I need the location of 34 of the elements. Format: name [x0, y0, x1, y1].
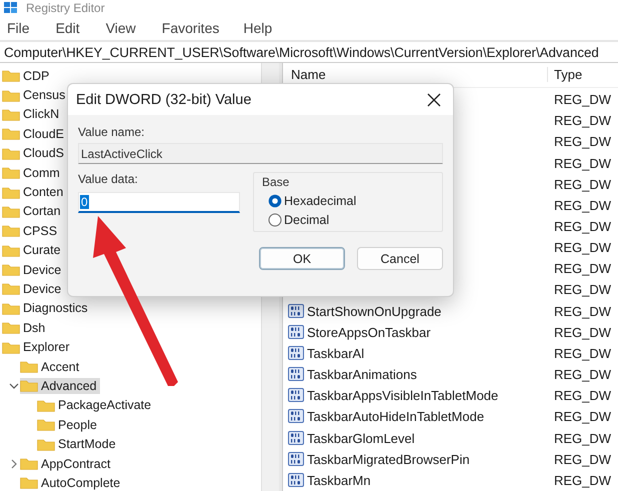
value-type: REG_DW	[554, 240, 612, 256]
value-type: REG_DW	[554, 261, 612, 276]
value-type: REG_DW	[554, 430, 612, 446]
value-name: TaskbarMigratedBrowserPin	[307, 452, 470, 467]
value-type: REG_DW	[554, 452, 612, 467]
value-type: REG_DW	[554, 367, 612, 382]
value-type: REG_DW	[554, 472, 612, 488]
value-type: REG_DW	[554, 282, 612, 298]
value-name: TaskbarAnimations	[307, 367, 417, 382]
selected-text: 0	[80, 195, 89, 209]
value-type: REG_DW	[554, 218, 612, 234]
value-name: TaskbarMn	[307, 472, 371, 488]
dialog-title: Edit DWORD (32-bit) Value	[76, 92, 252, 108]
value-type: REG_DW	[554, 92, 612, 108]
value-name: TaskbarAutoHideInTabletMode	[307, 409, 484, 424]
value-name: TaskbarAl	[307, 346, 364, 361]
value-type: REG_DW	[554, 324, 612, 340]
value-type: REG_DW	[554, 346, 612, 361]
value-type: REG_DW	[554, 113, 612, 128]
value-type: REG_DW	[554, 388, 612, 404]
value-type: REG_DW	[554, 134, 612, 150]
window-title: Registry Editor	[26, 1, 105, 15]
value-name: TaskbarAppsVisibleInTabletMode	[307, 388, 498, 404]
value-type: REG_DW	[554, 198, 612, 213]
value-type: REG_DW	[554, 409, 612, 424]
value-type: REG_DW	[554, 304, 612, 319]
value-name: StoreAppsOnTaskbar	[307, 324, 431, 340]
value-name: TaskbarGlomLevel	[307, 430, 415, 446]
field-label: Value name:	[78, 125, 146, 141]
value-name: StartShownOnUpgrade	[307, 304, 442, 319]
value-type: REG_DW	[554, 176, 612, 192]
group-label: Base	[262, 175, 290, 189]
value-type: REG_DW	[554, 156, 612, 171]
field-label: Value data:	[78, 172, 139, 188]
